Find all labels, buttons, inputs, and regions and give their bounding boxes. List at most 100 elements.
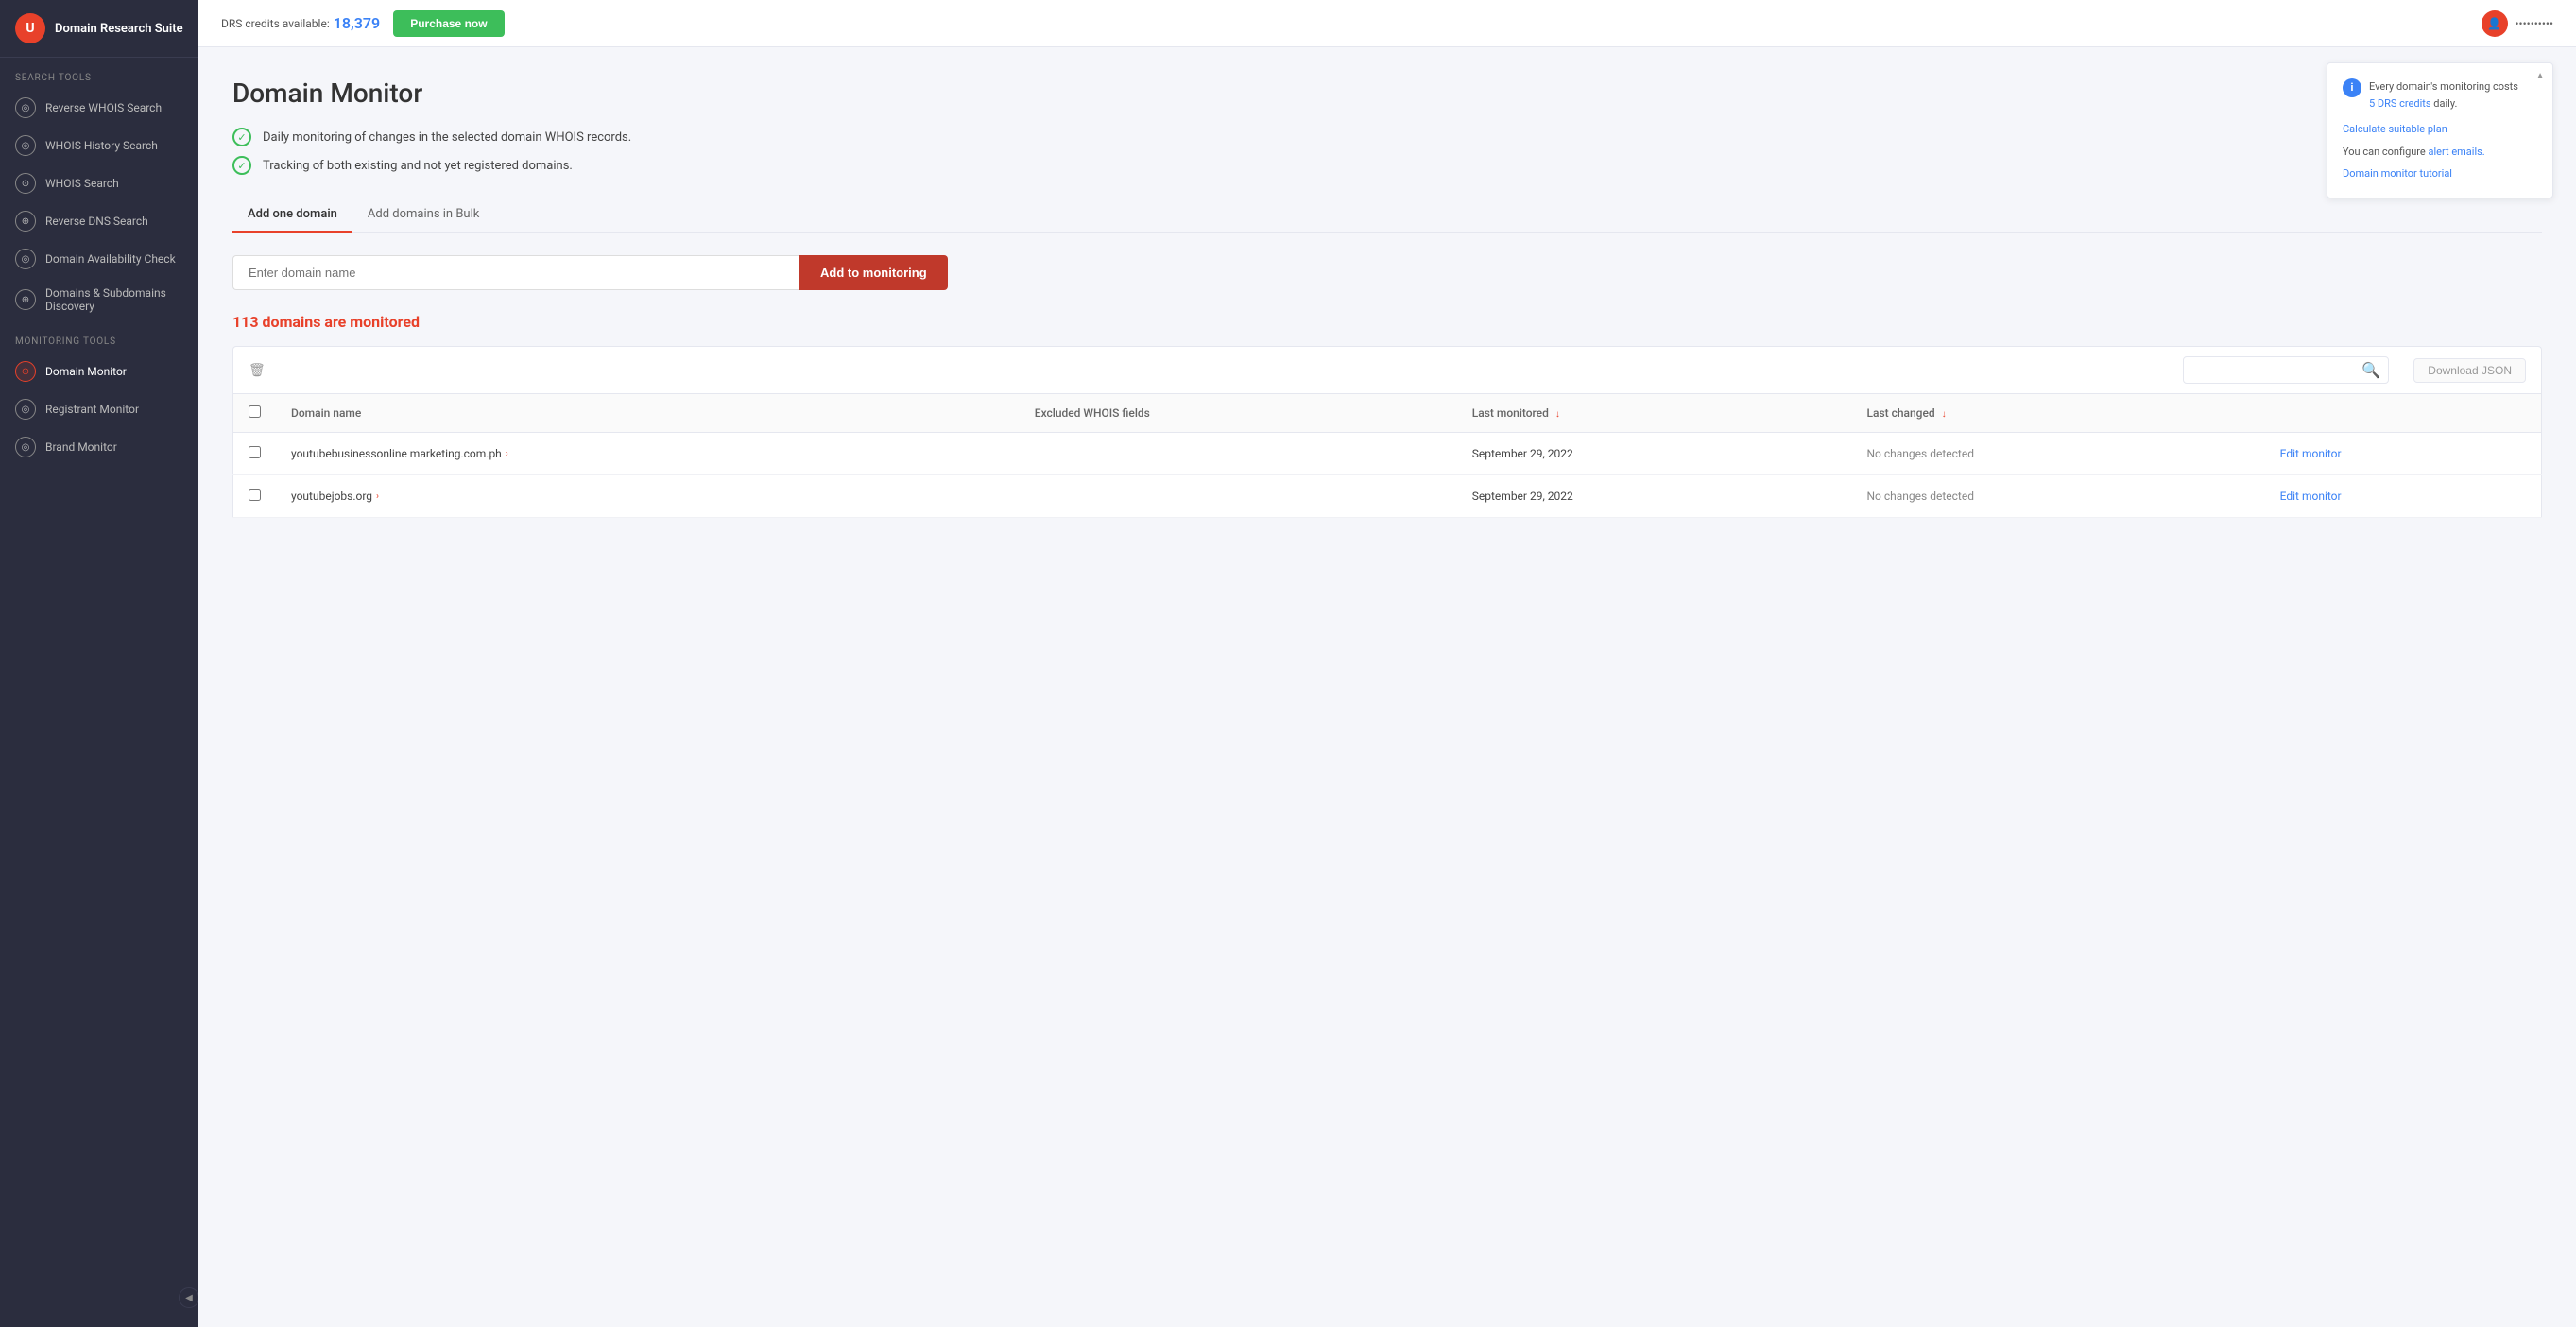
domain-link-arrow-1[interactable]: › [376,491,379,502]
col-actions [2265,394,2542,433]
tab-add-one-domain[interactable]: Add one domain [232,198,352,233]
brand-monitor-icon: ◎ [15,437,36,457]
domain-name-input[interactable] [232,255,799,290]
sidebar-item-domain-monitor[interactable]: ⊙ Domain Monitor [0,353,198,390]
download-json-button[interactable]: Download JSON [2413,358,2526,383]
sidebar-item-domains-subdomains[interactable]: ⊕ Domains & Subdomains Discovery [0,278,198,321]
purchase-now-button[interactable]: Purchase now [393,10,504,37]
domains-count-suffix: domains are monitored [259,313,420,331]
info-icon: i [2343,78,2361,97]
info-panel-header: i Every domain's monitoring costs 5 DRS … [2343,78,2537,112]
col-last-changed[interactable]: Last changed ↓ [1852,394,2265,433]
credits-highlight-link[interactable]: 5 DRS credits [2369,97,2431,110]
sidebar-item-reverse-dns[interactable]: ⊕ Reverse DNS Search [0,202,198,240]
alert-emails-row: You can configure alert emails. [2343,144,2537,161]
topbar: DRS credits available: 18,379 Purchase n… [198,0,2576,47]
sidebar: U Domain Research Suite Search tools ◎ R… [0,0,198,1327]
reverse-dns-icon: ⊕ [15,211,36,232]
row-domain-0: youtubebusinessonline marketing.com.ph › [276,433,1020,475]
reverse-whois-icon: ◎ [15,97,36,118]
search-tools-label: Search tools [0,58,198,89]
table-row: youtubebusinessonline marketing.com.ph ›… [233,433,2542,475]
sidebar-item-label: Domain Availability Check [45,252,176,266]
table-row: youtubejobs.org › September 29, 2022 No … [233,475,2542,518]
row-last-monitored-1: September 29, 2022 [1457,475,1852,518]
sidebar-item-label: Reverse DNS Search [45,215,148,228]
feature-text-2: Tracking of both existing and not yet re… [263,159,573,173]
registrant-monitor-icon: ◎ [15,399,36,420]
info-panel-collapse-button[interactable]: ▲ [2535,69,2545,84]
sidebar-item-whois-history[interactable]: ◎ WHOIS History Search [0,127,198,164]
row-excluded-fields-0 [1020,433,1457,475]
row-last-changed-0: No changes detected [1852,433,2265,475]
trash-icon[interactable]: 🗑 [249,363,266,378]
whois-search-icon: ⊙ [15,173,36,194]
edit-monitor-link-0[interactable]: Edit monitor [2280,447,2342,460]
last-changed-sort-arrow: ↓ [1942,409,1947,420]
calculate-plan-row: Calculate suitable plan [2343,121,2537,138]
sidebar-item-whois-search[interactable]: ⊙ WHOIS Search [0,164,198,202]
domains-count-row: 113 domains are monitored [232,313,2542,331]
sidebar-item-reverse-whois[interactable]: ◎ Reverse WHOIS Search [0,89,198,127]
sidebar-item-label: WHOIS Search [45,177,119,190]
main-area: DRS credits available: 18,379 Purchase n… [198,0,2576,1327]
whois-history-icon: ◎ [15,135,36,156]
domains-subdomains-icon: ⊕ [15,289,36,310]
username-text: •••••••••• [2516,17,2554,30]
table-search-input[interactable] [2191,364,2361,377]
app-title: Domain Research Suite [55,22,183,36]
tutorial-row: Domain monitor tutorial [2343,165,2537,182]
content-area: ▲ i Every domain's monitoring costs 5 DR… [198,47,2576,1327]
sidebar-item-label: WHOIS History Search [45,139,158,152]
domain-availability-icon: ◎ [15,249,36,269]
sidebar-item-label: Brand Monitor [45,440,117,454]
sidebar-item-label: Domain Monitor [45,365,127,378]
row-checkbox-0[interactable] [249,446,261,458]
sidebar-item-label: Domains & Subdomains Discovery [45,286,183,313]
feature-row-2: ✓ Tracking of both existing and not yet … [232,156,2542,175]
last-monitored-sort-arrow: ↓ [1555,409,1560,420]
alert-emails-link[interactable]: alert emails. [2429,146,2485,158]
check-icon-1: ✓ [232,128,251,146]
col-last-monitored[interactable]: Last monitored ↓ [1457,394,1852,433]
row-checkbox-1[interactable] [249,489,261,501]
user-avatar: 👤 [2482,10,2508,37]
info-text: Every domain's monitoring costs 5 DRS cr… [2369,78,2518,112]
app-logo: U [15,13,45,43]
sidebar-header: U Domain Research Suite [0,0,198,58]
feature-text-1: Daily monitoring of changes in the selec… [263,130,631,145]
select-all-checkbox[interactable] [249,405,261,418]
col-excluded-fields: Excluded WHOIS fields [1020,394,1457,433]
monitoring-tools-label: Monitoring tools [0,321,198,353]
domain-monitor-icon: ⊙ [15,361,36,382]
credits-value: 18,379 [334,14,380,32]
credits-label: DRS credits available: [221,17,330,30]
check-icon-2: ✓ [232,156,251,175]
sidebar-item-registrant-monitor[interactable]: ◎ Registrant Monitor [0,390,198,428]
row-domain-1: youtubejobs.org › [276,475,1020,518]
sidebar-item-brand-monitor[interactable]: ◎ Brand Monitor [0,428,198,466]
col-domain-name: Domain name [276,394,1020,433]
sidebar-item-domain-availability[interactable]: ◎ Domain Availability Check [0,240,198,278]
feature-row-1: ✓ Daily monitoring of changes in the sel… [232,128,2542,146]
row-last-changed-1: No changes detected [1852,475,2265,518]
table-search-box: 🔍 [2183,356,2389,384]
table-toolbar: 🗑 🔍 Download JSON [232,346,2542,393]
add-to-monitoring-button[interactable]: Add to monitoring [799,255,948,290]
domains-table: Domain name Excluded WHOIS fields Last m… [232,393,2542,518]
sidebar-item-label: Registrant Monitor [45,403,139,416]
info-panel: ▲ i Every domain's monitoring costs 5 DR… [2327,62,2553,198]
sidebar-item-label: Reverse WHOIS Search [45,101,162,114]
input-row: Add to monitoring [232,255,2542,290]
sidebar-collapse-button[interactable]: ◀ [179,1287,198,1308]
edit-monitor-link-1[interactable]: Edit monitor [2280,490,2342,503]
tutorial-link[interactable]: Domain monitor tutorial [2343,167,2452,180]
page-title: Domain Monitor [232,78,2542,109]
row-excluded-fields-1 [1020,475,1457,518]
calculate-plan-link[interactable]: Calculate suitable plan [2343,123,2447,135]
domain-link-arrow-0[interactable]: › [506,449,508,459]
domains-count-number: 113 [232,313,259,331]
search-icon: 🔍 [2361,361,2380,379]
tabs-row: Add one domain Add domains in Bulk [232,198,2542,233]
tab-add-bulk[interactable]: Add domains in Bulk [352,198,494,233]
